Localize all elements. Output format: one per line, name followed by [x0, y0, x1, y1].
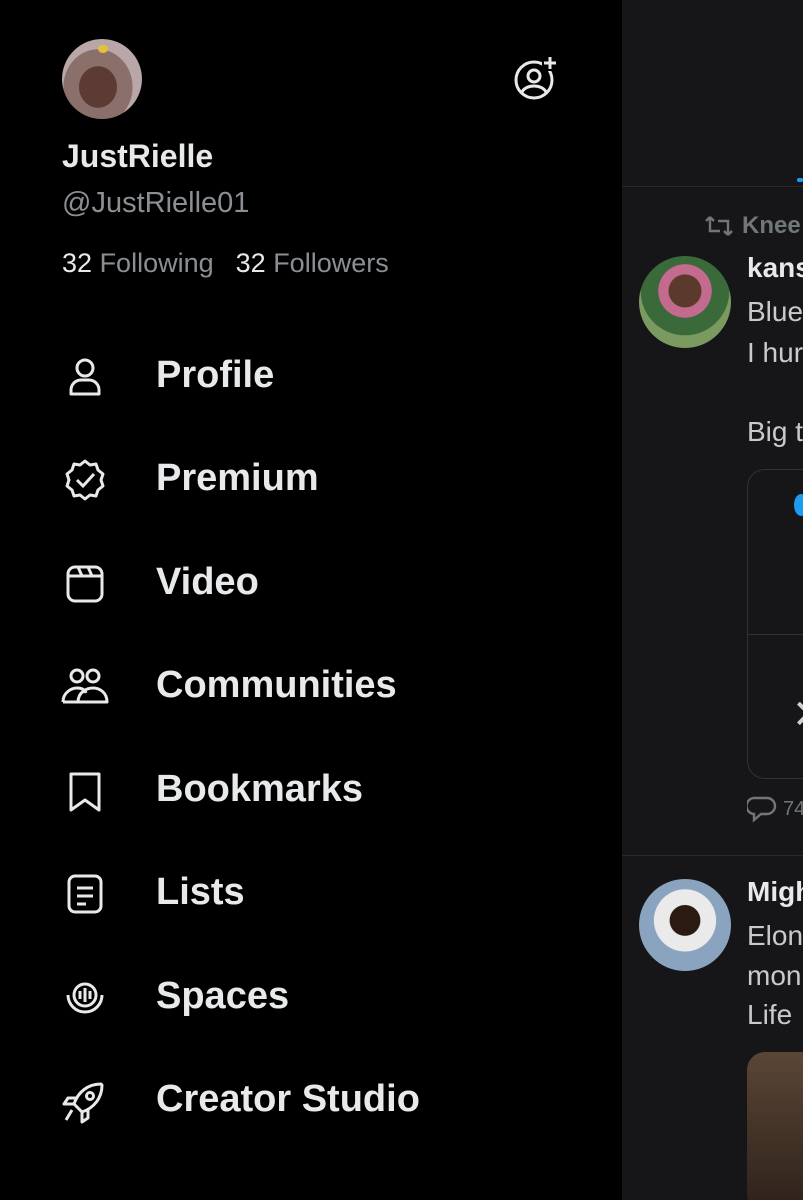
avatar[interactable]	[62, 39, 142, 119]
verified-badge-icon	[794, 494, 803, 516]
communities-icon	[60, 662, 110, 712]
add-account-icon	[512, 55, 558, 101]
following-count: 32	[62, 248, 93, 278]
following-link[interactable]: 32 Following	[62, 248, 214, 278]
active-tab-indicator	[797, 178, 803, 182]
post-text-line: Big t	[747, 416, 803, 447]
post-author-name[interactable]: Migh	[747, 876, 803, 908]
add-account-button[interactable]	[512, 55, 558, 101]
reply-button[interactable]: 74	[747, 795, 803, 823]
menu-item-label: Premium	[156, 457, 319, 499]
post-text-line: Elon	[747, 920, 803, 951]
post-text-line: Blue	[747, 296, 803, 327]
x-logo-icon: ✕	[792, 692, 803, 738]
reply-count: 74	[783, 797, 803, 820]
menu-item-label: Profile	[156, 354, 275, 396]
display-name[interactable]: JustRielle	[62, 138, 213, 175]
menu-item-bookmarks[interactable]: Bookmarks	[0, 738, 622, 838]
person-icon	[60, 352, 110, 402]
navigation-drawer: JustRielle @JustRielle01 32 Following 32 …	[0, 0, 622, 1200]
repost-text: Knee	[742, 212, 801, 239]
list-icon	[60, 869, 110, 919]
spaces-icon	[60, 973, 110, 1023]
feed-header	[622, 0, 803, 187]
repost-label: Knee	[704, 212, 801, 240]
following-label: Following	[99, 248, 214, 278]
post-separator	[622, 855, 803, 856]
menu-item-label: Spaces	[156, 975, 290, 1017]
menu-item-label: Video	[156, 561, 259, 603]
timeline-feed: Knee kans Blue I hur Big t ✕ 74 Migh Elo…	[622, 0, 803, 1200]
post-author-avatar[interactable]	[639, 879, 731, 971]
menu-item-label: Lists	[156, 871, 245, 913]
repost-icon	[704, 215, 734, 237]
followers-label: Followers	[273, 248, 389, 278]
reply-icon	[747, 795, 777, 823]
avatar-decoration	[98, 45, 108, 53]
post-text-line: Life	[747, 999, 793, 1030]
follow-stats: 32 Following 32 Followers	[62, 248, 389, 279]
menu-item-lists[interactable]: Lists	[0, 841, 622, 941]
bookmark-icon	[60, 766, 110, 816]
menu-item-label: Creator Studio	[156, 1078, 420, 1120]
menu-item-profile[interactable]: Profile	[0, 324, 622, 424]
menu-item-communities[interactable]: Communities	[0, 634, 622, 734]
followers-link[interactable]: 32 Followers	[236, 248, 389, 278]
post-text-line: I hur	[747, 337, 803, 368]
rocket-icon	[60, 1076, 110, 1126]
card-divider	[748, 634, 803, 635]
menu-item-label: Bookmarks	[156, 768, 363, 810]
followers-count: 32	[235, 248, 266, 278]
post-media[interactable]	[747, 1052, 803, 1200]
user-handle[interactable]: @JustRielle01	[62, 187, 249, 220]
menu-item-label: Communities	[156, 664, 397, 706]
menu-item-premium[interactable]: Premium	[0, 427, 622, 527]
post-author-avatar[interactable]	[639, 256, 731, 348]
verified-badge-icon	[60, 455, 110, 505]
menu-item-video[interactable]: Video	[0, 531, 622, 631]
post-author-name[interactable]: kans	[747, 252, 803, 284]
menu-item-creator-studio[interactable]: Creator Studio	[0, 1048, 622, 1148]
video-icon	[60, 559, 110, 609]
post-text-line: mon	[747, 960, 802, 991]
menu-item-spaces[interactable]: Spaces	[0, 945, 622, 1045]
quoted-post-card[interactable]: ✕	[747, 469, 803, 779]
